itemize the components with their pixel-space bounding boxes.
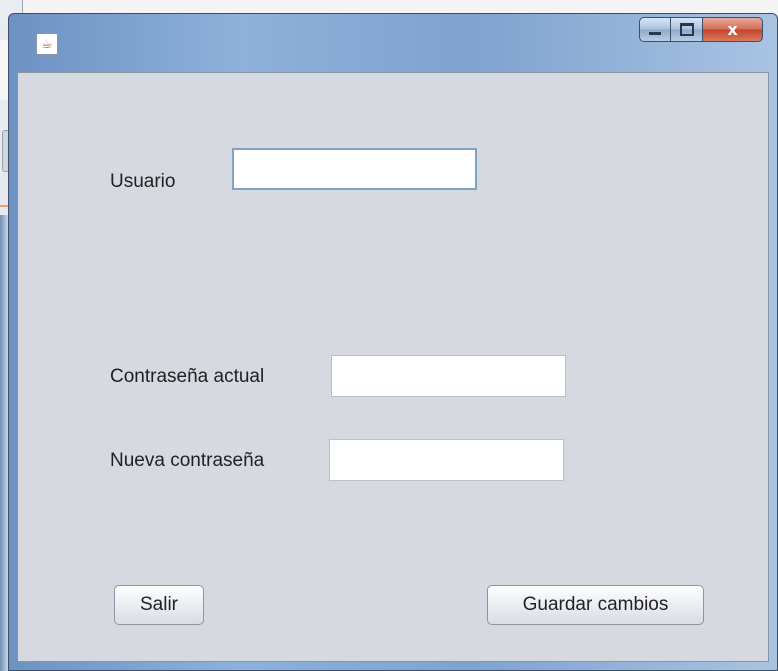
usuario-label: Usuario [110,171,176,192]
minimize-icon [649,32,661,35]
current-password-input[interactable] [331,355,566,397]
save-changes-button[interactable]: Guardar cambios [487,585,704,625]
minimize-button[interactable] [639,17,671,42]
current-password-label: Contraseña actual [110,366,265,387]
java-cup-icon[interactable]: ☕ [36,33,58,55]
new-password-label: Nueva contraseña [110,450,265,471]
maximize-button[interactable] [671,17,703,42]
usuario-input[interactable] [232,148,477,190]
form-panel: Usuario Contraseña actual Nueva contrase… [17,72,769,662]
dialog-window: ☕ x Usuario Contraseña actual Nueva cont… [8,13,778,671]
window-controls: x [639,17,763,42]
title-bar[interactable]: ☕ x [9,14,777,72]
close-button[interactable]: x [703,17,763,42]
background-scrollbar [0,215,8,671]
new-password-input[interactable] [329,439,564,481]
close-icon: x [727,20,738,39]
exit-button[interactable]: Salir [114,585,204,625]
maximize-icon [679,23,694,36]
